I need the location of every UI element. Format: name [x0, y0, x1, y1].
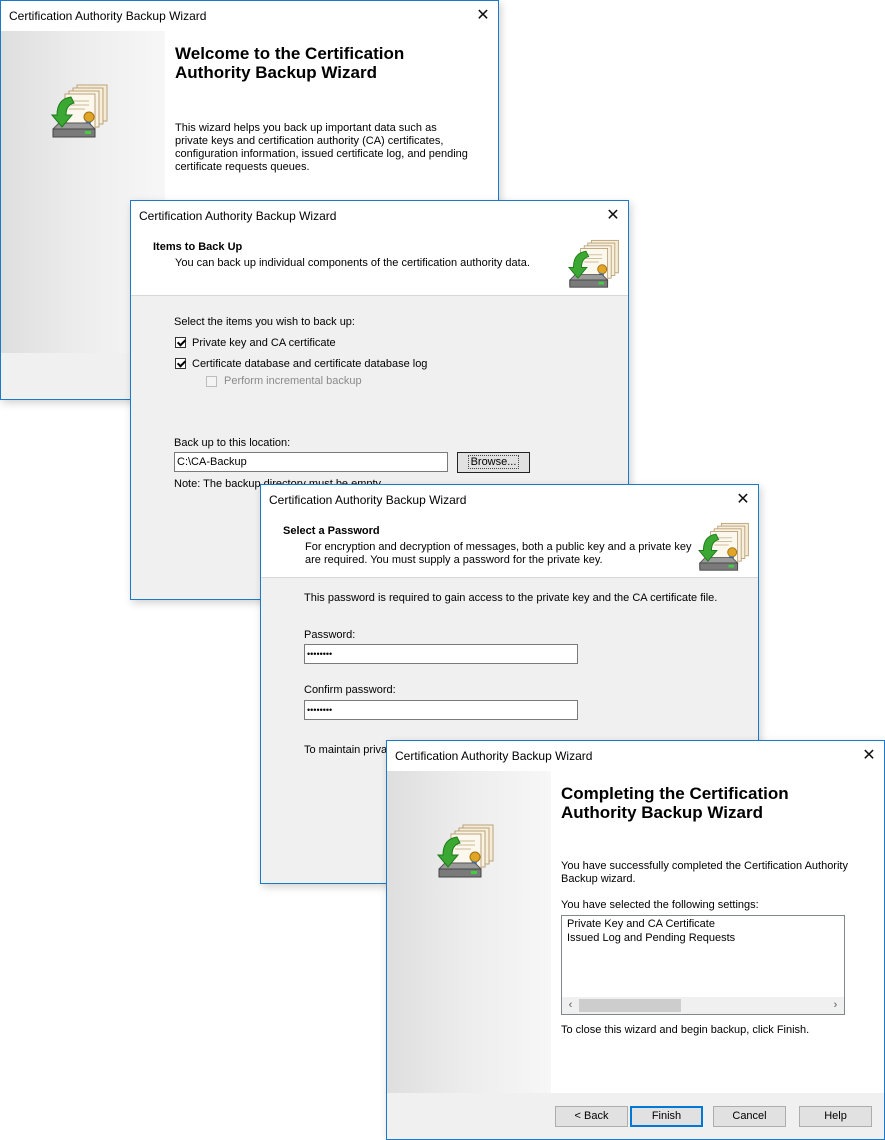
close-icon[interactable]: ✕ — [598, 201, 628, 231]
close-instruction: To close this wizard and begin backup, c… — [561, 1024, 810, 1036]
private-key-label[interactable]: Private key and CA certificate — [192, 337, 336, 349]
incremental-backup-checkbox[interactable] — [206, 376, 217, 387]
cert-database-checkbox[interactable] — [175, 358, 186, 369]
success-message: You have successfully completed the Cert… — [561, 860, 848, 886]
welcome-heading: Welcome to the Certification Authority B… — [175, 44, 404, 82]
confirm-password-input[interactable]: •••••••• — [304, 700, 578, 720]
password-input[interactable]: •••••••• — [304, 644, 578, 664]
completing-heading-line1: Completing the Certification — [561, 784, 789, 803]
title-bar[interactable]: Certification Authority Backup Wizard ✕ — [387, 741, 884, 771]
title-bar[interactable]: Certification Authority Backup Wizard ✕ — [131, 201, 628, 231]
scroll-left-icon[interactable]: ‹ — [562, 998, 579, 1013]
settings-item: Issued Log and Pending Requests — [567, 932, 736, 944]
wizard-side-panel — [387, 771, 551, 1093]
welcome-description: This wizard helps you back up important … — [175, 122, 468, 174]
private-key-checkbox[interactable] — [175, 337, 186, 348]
browse-button-label: Browse... — [467, 455, 520, 469]
scrollbar-thumb[interactable] — [579, 999, 681, 1012]
success-line1: You have successfully completed the Cert… — [561, 860, 848, 872]
completing-heading-line2: Authority Backup Wizard — [561, 803, 763, 822]
ca-backup-icon — [698, 522, 749, 571]
page-title: Select a Password — [283, 525, 380, 537]
wizard-footer: < Back Finish Cancel Help — [387, 1093, 884, 1139]
settings-listbox[interactable]: Private Key and CA Certificate Issued Lo… — [561, 915, 845, 1015]
title-bar[interactable]: Certification Authority Backup Wizard ✕ — [1, 1, 498, 31]
back-button[interactable]: < Back — [555, 1106, 628, 1127]
welcome-desc-line3: configuration information, issued certif… — [175, 148, 468, 160]
close-icon[interactable]: ✕ — [854, 741, 884, 771]
page-subtitle-line1: For encryption and decryption of message… — [305, 541, 692, 553]
window-title: Certification Authority Backup Wizard — [139, 209, 337, 223]
password-intro: This password is required to gain access… — [304, 592, 718, 604]
title-bar[interactable]: Certification Authority Backup Wizard ✕ — [261, 485, 758, 515]
cancel-button[interactable]: Cancel — [713, 1106, 786, 1127]
completing-content: Completing the Certification Authority B… — [551, 771, 884, 1093]
window-title: Certification Authority Backup Wizard — [269, 493, 467, 507]
welcome-heading-line2: Authority Backup Wizard — [175, 63, 377, 82]
confirm-password-label: Confirm password: — [304, 684, 396, 696]
backup-location-input[interactable]: C:\CA-Backup — [174, 452, 448, 472]
welcome-desc-line4: certificate requests queues. — [175, 161, 310, 173]
page-subtitle: You can back up individual components of… — [175, 257, 530, 269]
settings-item: Private Key and CA Certificate — [567, 918, 715, 930]
success-line2: Backup wizard. — [561, 873, 636, 885]
welcome-desc-line1: This wizard helps you back up important … — [175, 122, 437, 134]
close-icon[interactable]: ✕ — [468, 1, 498, 31]
wizard-page-header: Select a Password For encryption and dec… — [261, 515, 758, 578]
wizard-page-header: Items to Back Up You can back up individ… — [131, 231, 628, 296]
ca-backup-icon — [568, 239, 619, 288]
page-subtitle-line2: are required. You must supply a password… — [305, 554, 603, 566]
cert-database-label[interactable]: Certificate database and certificate dat… — [192, 358, 427, 370]
close-icon[interactable]: ✕ — [728, 485, 758, 515]
welcome-heading-line1: Welcome to the Certification — [175, 44, 405, 63]
password-label: Password: — [304, 629, 356, 641]
welcome-desc-line2: private keys and certification authority… — [175, 135, 444, 147]
completing-wizard-window: Certification Authority Backup Wizard ✕ … — [386, 740, 885, 1140]
completing-heading: Completing the Certification Authority B… — [561, 784, 789, 822]
window-title: Certification Authority Backup Wizard — [9, 9, 207, 23]
ca-backup-icon — [437, 824, 494, 878]
incremental-backup-label[interactable]: Perform incremental backup — [224, 375, 362, 387]
browse-button[interactable]: Browse... — [457, 452, 530, 473]
scroll-right-icon[interactable]: › — [827, 998, 844, 1013]
page-title: Items to Back Up — [153, 241, 243, 253]
ca-backup-icon — [51, 84, 108, 138]
help-button[interactable]: Help — [799, 1106, 872, 1127]
maintain-text: To maintain privat — [304, 744, 391, 756]
select-items-prompt: Select the items you wish to back up: — [174, 316, 355, 328]
horizontal-scrollbar[interactable]: ‹ › — [562, 997, 844, 1014]
page-subtitle: For encryption and decryption of message… — [305, 541, 691, 567]
settings-label: You have selected the following settings… — [561, 899, 759, 911]
window-title: Certification Authority Backup Wizard — [395, 749, 593, 763]
backup-location-label: Back up to this location: — [174, 437, 291, 449]
finish-button[interactable]: Finish — [630, 1106, 703, 1127]
